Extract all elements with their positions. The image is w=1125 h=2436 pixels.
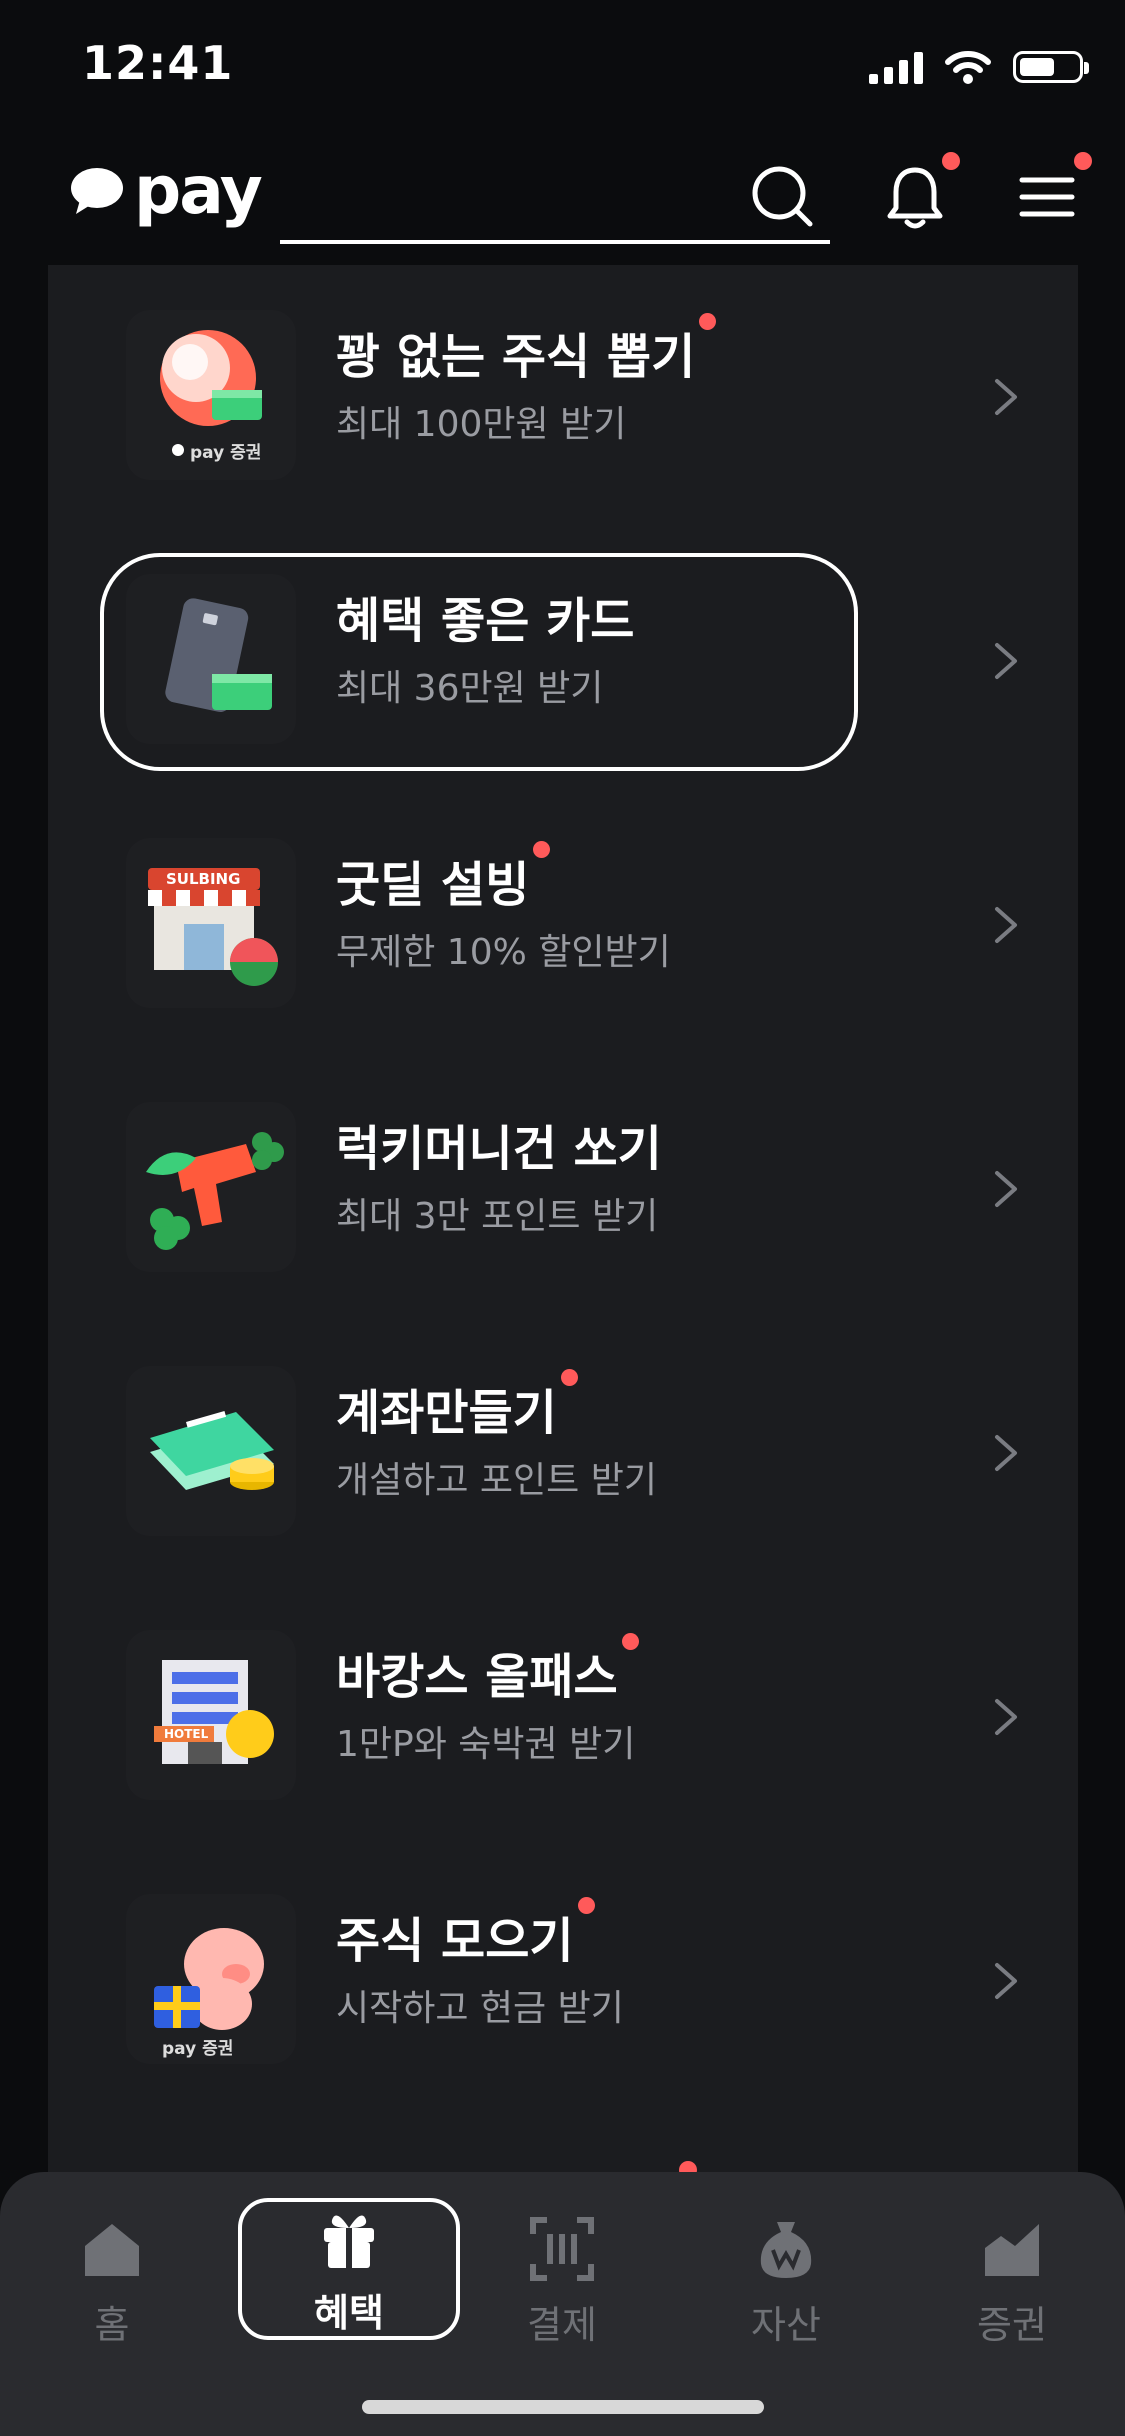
benefit-title-text: 럭키머니건 쏘기: [336, 1121, 662, 1177]
chevron-right-icon: [995, 907, 1017, 943]
status-bar: 12:41: [0, 0, 1125, 140]
barcode-scan-icon: [530, 2217, 594, 2281]
notification-dot: [942, 152, 960, 170]
tab-label: 혜택: [314, 2291, 384, 2335]
benefit-title-text: 굿딜 설빙: [336, 857, 530, 913]
benefit-title: 굿딜 설빙: [336, 841, 551, 915]
logo-text: pay: [134, 152, 263, 229]
money-bag-icon: [760, 2222, 812, 2278]
hotel-coin-icon: HOTEL: [126, 1630, 296, 1800]
tab-label: 결제: [527, 2303, 597, 2347]
benefit-title-text: 바캉스 올패스: [336, 1649, 618, 1705]
benefits-list: pay 증권 꽝 없는 주식 뽑기 최대 100만원 받기 혜택 좋은 카드 최…: [48, 265, 1078, 2185]
status-icons: [869, 50, 1089, 84]
benefit-title: 꽝 없는 주식 뽑기: [336, 313, 717, 387]
benefit-subtitle: 최대 100만원 받기: [336, 404, 627, 445]
new-dot: [699, 313, 717, 330]
benefit-item-lucky-money-gun[interactable]: 럭키머니건 쏘기 최대 3만 포인트 받기: [48, 1057, 1078, 1321]
bankbook-coins-icon: [126, 1366, 296, 1536]
chart-icon: [985, 2224, 1039, 2276]
new-dot: [621, 1633, 639, 1650]
tab-payment[interactable]: 결제: [462, 2198, 662, 2347]
new-dot: [533, 841, 551, 858]
tab-home[interactable]: 홈: [12, 2198, 212, 2347]
tab-securities[interactable]: 증권: [912, 2198, 1112, 2347]
benefit-subtitle: 시작하고 현금 받기: [336, 1988, 624, 2029]
benefit-item-vacance-pass[interactable]: HOTEL 바캉스 올패스 1만P와 숙박권 받기: [48, 1585, 1078, 1849]
tab-label: 증권: [977, 2303, 1047, 2347]
benefit-title: 계좌만들기: [336, 1369, 578, 1443]
benefit-subtitle: 무제한 10% 할인받기: [336, 932, 671, 973]
hotel-sign-text: HOTEL: [164, 1727, 209, 1741]
app-header: pay: [0, 140, 1125, 260]
new-dot: [577, 1897, 595, 1914]
store-sign-text: SULBING: [166, 870, 241, 888]
benefit-subtitle: 최대 3만 포인트 받기: [336, 1196, 659, 1237]
status-time: 12:41: [82, 36, 234, 90]
search-bar-underline[interactable]: [280, 240, 830, 244]
speech-bubble-icon: [71, 168, 123, 214]
benefit-title-text: 계좌만들기: [336, 1385, 557, 1441]
chevron-right-icon: [995, 1435, 1017, 1471]
chevron-right-icon: [995, 1699, 1017, 1735]
benefit-title-text: 주식 모으기: [336, 1913, 574, 1969]
home-indicator: [362, 2400, 764, 2414]
money-gun-icon: [126, 1102, 296, 1272]
focus-highlight-ring: [100, 553, 858, 771]
new-dot: [560, 1369, 578, 1386]
benefit-subtitle: 개설하고 포인트 받기: [336, 1460, 657, 1501]
cellular-signal-icon: [869, 50, 923, 84]
chevron-right-icon: [995, 379, 1017, 415]
menu-new-dot: [1074, 152, 1092, 170]
search-icon[interactable]: [748, 162, 818, 232]
benefit-subtitle: 1만P와 숙박권 받기: [336, 1724, 636, 1765]
menu-icon[interactable]: [1012, 162, 1082, 232]
sulbing-store-icon: SULBING: [126, 838, 296, 1008]
benefit-title-text: 꽝 없는 주식 뽑기: [336, 329, 696, 385]
benefit-item-sulbing[interactable]: SULBING 굿딜 설빙 무제한 10% 할인받기: [48, 793, 1078, 1057]
battery-icon: [1013, 51, 1089, 83]
piggy-gift-icon: pay 증권: [126, 1894, 296, 2064]
tab-benefits[interactable]: 혜택: [238, 2198, 460, 2340]
wifi-icon: [945, 51, 991, 84]
chevron-right-icon: [995, 1171, 1017, 1207]
tab-label: 자산: [751, 2303, 821, 2347]
pay-securities-badge: pay 증권: [162, 2039, 234, 2059]
pay-securities-badge: pay 증권: [190, 443, 262, 463]
benefit-title: 럭키머니건 쏘기: [336, 1109, 662, 1179]
gift-icon: [324, 2215, 374, 2268]
chevron-right-icon: [995, 1963, 1017, 1999]
benefit-title: 바캉스 올패스: [336, 1633, 639, 1707]
benefit-title: 주식 모으기: [336, 1897, 595, 1971]
chevron-right-icon: [995, 643, 1017, 679]
bell-icon[interactable]: [880, 162, 950, 232]
ball-cash-icon: pay 증권: [126, 310, 296, 480]
tab-assets[interactable]: 자산: [686, 2198, 886, 2347]
kakaopay-logo[interactable]: pay: [70, 152, 263, 229]
tab-label: 홈: [94, 2303, 130, 2347]
benefit-item-stock-collect[interactable]: pay 증권 주식 모으기 시작하고 현금 받기: [48, 1849, 1078, 2113]
bottom-tab-bar: 홈 혜택 결제 자산 증권: [0, 2172, 1125, 2436]
benefit-item-account[interactable]: 계좌만들기 개설하고 포인트 받기: [48, 1321, 1078, 1585]
home-icon: [85, 2224, 139, 2276]
benefit-item-stock-draw[interactable]: pay 증권 꽝 없는 주식 뽑기 최대 100만원 받기: [48, 265, 1078, 529]
